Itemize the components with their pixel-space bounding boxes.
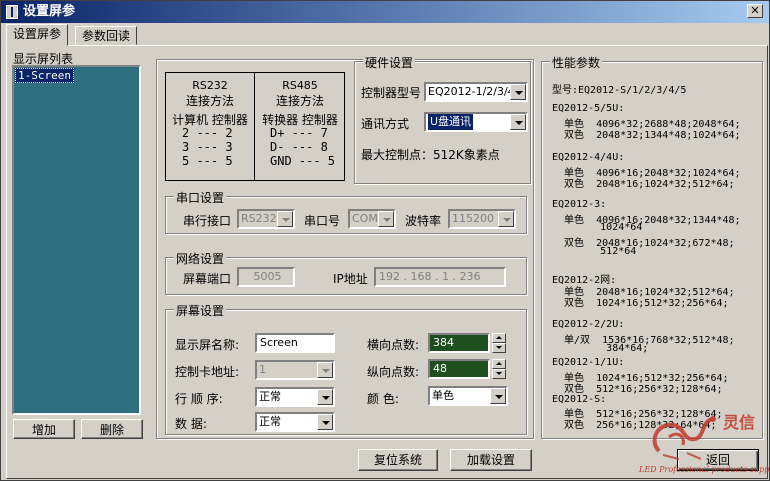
spin-up-icon[interactable] [492,359,506,369]
performance-line: 型号:EQ2012-S/1/2/3/4/5 [552,85,687,96]
row-order-label: 行 顺 序: [175,392,223,406]
baud-rate-select[interactable]: 115200 [448,209,516,229]
serial-port-select[interactable]: RS232 [237,209,295,229]
rs485-row: D+ --- 7 [270,126,328,140]
delete-screen-button[interactable]: 删除 [81,419,143,439]
screen-port-label: 屏幕端口 [183,272,232,286]
color-value: 单色 [432,389,454,402]
height-points-spinner[interactable] [492,359,506,379]
width-points-label: 横向点数: [367,338,420,352]
card-address-label: 控制卡地址: [175,365,240,379]
tab-screen-settings[interactable]: 设置屏参 [6,24,69,46]
performance-line: EQ2012-4/4U: [552,152,625,163]
hardware-group-title: 硬件设置 [363,54,416,71]
app-icon [6,5,18,19]
com-port-select[interactable]: COM1 [348,209,396,229]
baud-rate-value: 115200 [452,212,494,225]
chevron-down-icon[interactable] [510,114,526,130]
comm-mode-value: U盘通讯 [428,114,474,130]
chevron-down-icon[interactable] [510,84,526,100]
rs485-title: RS485 [282,79,318,92]
controller-model-label: 控制器型号 [361,86,422,100]
serial-group-title: 串口设置 [174,189,227,206]
reset-system-button[interactable]: 复位系统 [358,449,438,471]
height-points-label: 纵向点数: [367,365,420,379]
screen-name-label: 显示屏名称: [175,338,240,352]
tab-param-readback[interactable]: 参数回读 [75,26,138,45]
spin-down-icon[interactable] [492,369,506,379]
chevron-down-icon[interactable] [317,362,333,378]
row-order-select[interactable]: 正常 [255,387,335,407]
performance-line: 双色 512*16;256*32;128*64; [552,384,723,395]
width-points-field[interactable]: 384 [428,333,490,353]
screen-port-field[interactable]: 5005 [237,267,295,287]
serial-port-label: 串行接口 [183,214,232,228]
color-select[interactable]: 单色 [428,386,508,406]
chevron-down-icon[interactable] [378,211,394,227]
brand-name: 灵信 [723,413,756,432]
width-points-spinner[interactable] [492,333,506,353]
chevron-down-icon[interactable] [498,211,514,227]
screen-list[interactable]: 1-Screen [12,65,141,415]
window-title: 设置屏参 [23,4,76,19]
screen-name-field[interactable]: Screen [255,333,335,353]
performance-line: EQ2012-3: [552,199,607,210]
screen-group-title: 屏幕设置 [174,302,227,319]
serial-port-value: RS232 [241,212,277,225]
wiring-diagram: RS232 连接方法 计算机 控制器 2 --- 2 3 --- 3 5 ---… [165,72,345,181]
add-screen-button[interactable]: 增加 [13,419,75,439]
performance-line: 1024*64 [552,222,643,233]
controller-model-value: EQ2012-1/2/3/4 [428,85,515,98]
performance-group-title: 性能参数 [550,54,603,71]
rs232-row: 2 --- 2 [182,126,233,140]
spin-down-icon[interactable] [492,343,506,353]
baud-rate-label: 波特率 [405,214,442,228]
spin-up-icon[interactable] [492,333,506,343]
chevron-down-icon[interactable] [317,389,333,405]
performance-line: 双色 2048*32;1344*48;1024*64; [552,130,741,141]
brand-tagline: LED Professional products supplier [639,465,770,474]
height-points-field[interactable]: 48 [428,359,490,379]
performance-line: EQ2012-2/2U: [552,319,625,330]
performance-line: 512*64 [552,246,637,257]
chevron-down-icon[interactable] [277,211,293,227]
data-polarity-value: 正常 [259,415,281,428]
chevron-down-icon[interactable] [490,388,506,404]
color-label: 颜 色: [367,392,399,406]
rs232-row: 5 --- 5 [182,154,233,168]
data-polarity-select[interactable]: 正常 [255,412,335,432]
performance-line: EQ2012-1/1U: [552,357,625,368]
row-order-value: 正常 [259,390,281,403]
data-polarity-label: 数 据: [175,417,207,431]
com-port-label: 串口号 [304,214,341,228]
chevron-down-icon[interactable] [317,414,333,430]
title-bar: 设置屏参 ✕ [1,1,769,23]
performance-line: 双色 2048*16;1024*32;512*64; [552,179,735,190]
ip-address-field[interactable]: 192 . 168 . 1 . 236 [374,267,506,287]
card-address-value: 1 [259,363,266,376]
performance-line: 384*64; [552,343,649,354]
max-points-text: 最大控制点：512K象素点 [361,148,500,162]
controller-model-select[interactable]: EQ2012-1/2/3/4 [424,82,528,102]
brand-logo: 灵信 LED Professional products supplier [639,401,770,481]
list-item[interactable]: 1-Screen [15,68,74,83]
rs232-row: 3 --- 3 [182,140,233,154]
comm-mode-label: 通讯方式 [361,117,410,131]
performance-line: EQ2012-S: [552,394,607,405]
rs485-subtitle: 连接方法 [275,94,324,108]
performance-line: EQ2012-5/5U: [552,103,625,114]
rs232-title: RS232 [192,79,228,92]
ip-address-label: IP地址 [333,272,368,286]
performance-line: 双色 1024*16;512*32;256*64; [552,298,729,309]
rs232-subtitle: 连接方法 [185,94,234,108]
settings-window: 设置屏参 ✕ 设置屏参 参数回读 显示屏列表 1-Screen 增加 删除 RS… [0,0,770,481]
comm-mode-select[interactable]: U盘通讯 [424,112,528,132]
rs485-row: GND --- 5 [270,154,336,168]
close-button[interactable]: ✕ [747,4,763,18]
rs485-row: D- --- 8 [270,140,328,154]
card-address-select[interactable]: 1 [255,360,335,380]
load-settings-button[interactable]: 加载设置 [450,449,532,471]
network-group-title: 网络设置 [174,250,227,267]
